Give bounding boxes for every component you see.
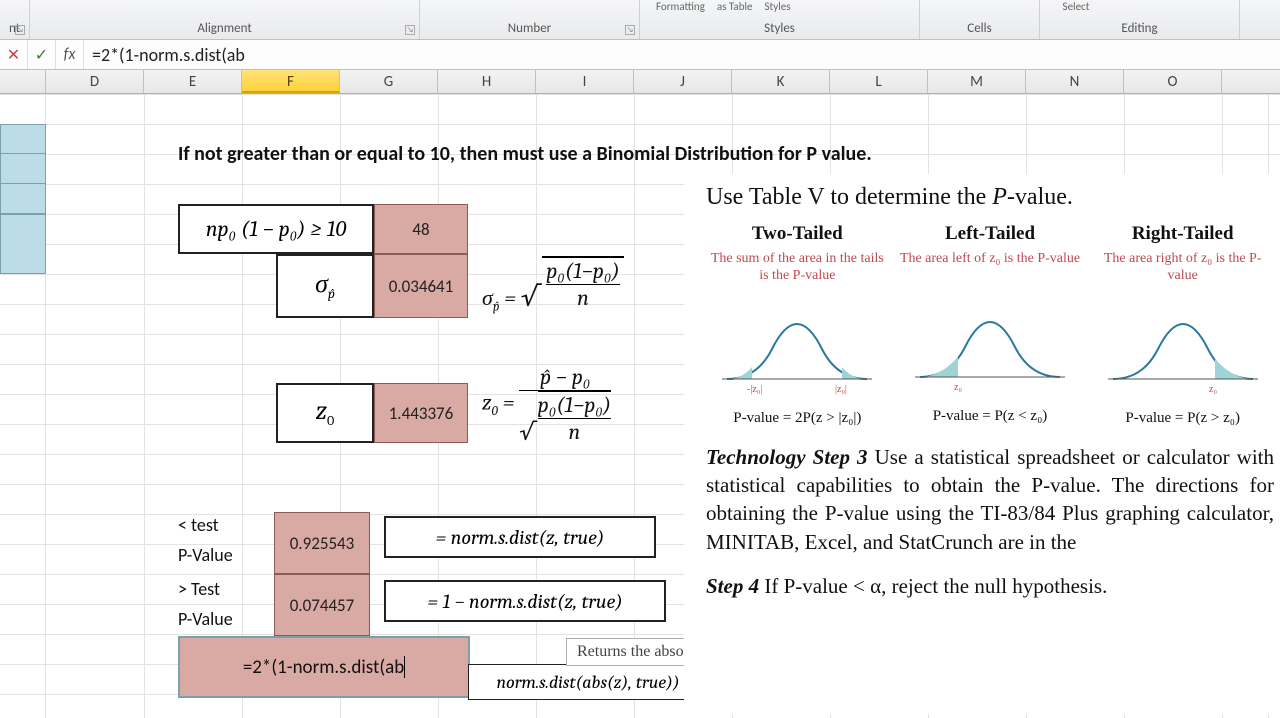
ribbon-group-alignment: Alignment ↘ [30,0,420,39]
ribbon-group-editing: Editing [1040,0,1240,39]
alignment-label: Alignment [197,21,251,36]
dialog-launcher-icon[interactable]: ↘ [405,25,415,35]
bell-curve-two-tailed-icon: -|z₀| |z₀| [717,289,877,399]
z-formula: z0 = p̂ − p₀ √p₀(1−p₀)n [482,364,611,445]
step-4: Step 4 If P-value < α, reject the null h… [706,574,1274,599]
editing-cell-value: =2*(1-norm.s.dist(ab [243,656,404,679]
svg-text:z₀: z₀ [1209,384,1217,395]
np-value: 48 [412,219,429,240]
cell[interactable] [0,184,46,214]
gt-test-label-2: P-Value [178,608,233,630]
col-header-J[interactable]: J [634,70,732,93]
z-label-box: z0 [276,383,374,443]
np-value-cell[interactable]: 48 [374,204,468,254]
cell[interactable] [0,124,46,154]
lt-formula-box: = norm.s.dist(z, true) [384,516,656,558]
overlay-columns: Two-Tailed The sum of the area in the ta… [706,223,1274,427]
svg-text:|z₀|: |z₀| [835,384,847,395]
instruction-text: If not greater than or equal to 10, then… [178,142,872,166]
sigma-value: 0.034641 [389,276,454,297]
accept-formula-button[interactable]: ✓ [28,40,56,69]
svg-text:z₀: z₀ [954,382,962,393]
lt-test-label-1: < test [178,514,219,536]
ribbon: Formatting as Table Styles Select nt↘ Al… [0,0,1280,40]
dialog-launcher-icon[interactable]: ↘ [625,25,635,35]
two-tailed-pvalue: P-value = 2P(z > |z₀|) [706,410,889,427]
gt-test-label-1: > Test [178,578,220,600]
formula-input[interactable]: =2*(1-norm.s.dist(ab [84,44,1280,66]
col-header-N[interactable]: N [1026,70,1124,93]
formula-bar: ✕ ✓ fx =2*(1-norm.s.dist(ab [0,40,1280,70]
overlay-col-right-tailed: Right-Tailed The area right of z₀ is the… [1091,223,1274,427]
lt-test-label-2: P-Value [178,544,233,566]
ribbon-group-nt: nt↘ [0,0,30,39]
tech-step-3: Technology Step 3 Use a statistical spre… [706,443,1274,556]
cancel-formula-button[interactable]: ✕ [0,40,28,69]
gt-value: 0.074457 [290,595,355,616]
left-tailed-heading: Left-Tailed [899,223,1082,245]
col-header-F[interactable]: F [242,70,340,93]
col-header-G[interactable]: G [340,70,438,93]
overlay-title: Use Table V to determine the P-value. [706,184,1274,211]
ribbon-group-number: Number ↘ [420,0,640,39]
select-all-corner[interactable] [0,70,46,93]
col-header-L[interactable]: L [830,70,928,93]
lt-formula: = norm.s.dist(z, true) [436,526,605,549]
np-formula: np₀ (1 − p₀) ≥ 10 [206,216,346,242]
gt-value-cell[interactable]: 0.074457 [274,574,370,636]
two-tailed-desc: The sum of the area in the tails is the … [706,251,889,285]
sigma-label-box: σp̂ [276,254,374,318]
column-headers: D E F G H I J K L M N O [0,70,1280,94]
right-tailed-pvalue: P-value = P(z > z₀) [1091,410,1274,427]
col-header-O[interactable]: O [1124,70,1222,93]
worksheet-grid[interactable]: If not greater than or equal to 10, then… [0,94,1280,718]
two-tail-formula: norm.s.dist(abs(z), true)) [496,672,679,693]
sigma-value-cell[interactable]: 0.034641 [374,254,468,318]
right-tailed-desc: The area right of z₀ is the P-value [1091,251,1274,285]
lt-value-cell[interactable]: 0.925543 [274,512,370,574]
col-header-K[interactable]: K [732,70,830,93]
z-value: 1.443376 [389,403,454,424]
z-label: z0 [316,396,335,429]
left-tailed-desc: The area left of z₀ is the P-value [899,251,1082,283]
gt-formula-box: = 1 − norm.s.dist(z, true) [384,580,666,622]
right-tailed-heading: Right-Tailed [1091,223,1274,245]
overlay-col-left-tailed: Left-Tailed The area left of z₀ is the P… [899,223,1082,427]
col-header-H[interactable]: H [438,70,536,93]
left-tailed-pvalue: P-value = P(z < z₀) [899,408,1082,425]
styles-label: Styles [764,21,795,36]
col-header-M[interactable]: M [928,70,1026,93]
editing-label: Editing [1121,21,1157,36]
textbook-overlay: Use Table V to determine the P-value. Tw… [684,174,1280,714]
two-tailed-heading: Two-Tailed [706,223,889,245]
bell-curve-right-tailed-icon: z₀ [1103,289,1263,399]
col-header-I[interactable]: I [536,70,634,93]
dialog-launcher-icon[interactable]: ↘ [15,25,25,35]
cells-label: Cells [967,21,991,36]
np-condition-box: np₀ (1 − p₀) ≥ 10 [178,204,374,254]
cell[interactable] [0,154,46,184]
overlay-col-two-tailed: Two-Tailed The sum of the area in the ta… [706,223,889,427]
svg-text:-|z₀|: -|z₀| [747,384,762,395]
text-cursor-icon [404,656,405,678]
active-editing-cell[interactable]: =2*(1-norm.s.dist(ab [178,636,470,698]
blue-big-cell[interactable] [0,214,46,274]
fx-icon[interactable]: fx [56,40,84,69]
ribbon-group-styles: Styles [640,0,920,39]
z-value-cell[interactable]: 1.443376 [374,383,468,443]
sigma-label: σp̂ [315,269,335,302]
col-header-D[interactable]: D [46,70,144,93]
sigma-formula: σp̂ = √p₀(1−p₀)n [482,256,624,314]
two-tail-formula-box: norm.s.dist(abs(z), true)) [468,664,708,700]
bell-curve-left-tailed-icon: z₀ [910,287,1070,397]
gt-formula: = 1 − norm.s.dist(z, true) [427,590,622,613]
lt-value: 0.925543 [290,533,355,554]
number-label: Number [508,21,551,36]
ribbon-group-cells: Cells [920,0,1040,39]
blue-input-cells [0,124,46,214]
col-header-E[interactable]: E [144,70,242,93]
